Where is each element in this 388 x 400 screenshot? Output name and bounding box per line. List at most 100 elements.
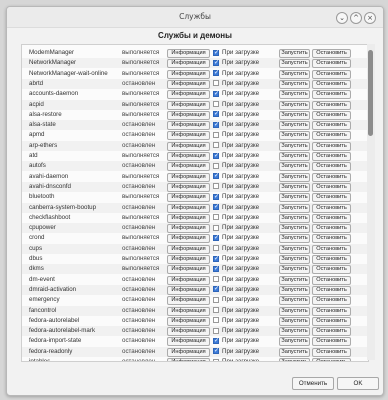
on-boot-checkbox[interactable] [213,317,219,324]
stop-button[interactable]: Остановить [312,358,351,361]
cancel-button[interactable]: Отменить [292,377,334,390]
on-boot-checkbox[interactable] [213,245,219,252]
info-button[interactable]: Информация [167,100,210,110]
info-button[interactable]: Информация [167,358,210,361]
stop-button[interactable]: Остановить [312,306,351,316]
scrollbar[interactable] [367,44,375,360]
stop-button[interactable]: Остановить [312,203,351,213]
info-button[interactable]: Информация [167,255,210,264]
start-button[interactable]: Запустить [279,224,310,234]
on-boot-checkbox[interactable] [213,49,219,57]
start-button[interactable]: Запустить [279,100,310,110]
stop-button[interactable]: Остановить [312,49,351,58]
close-button[interactable]: × [364,12,376,24]
info-button[interactable]: Информация [167,172,210,182]
on-boot-checkbox[interactable] [213,172,219,180]
start-button[interactable]: Запустить [279,296,310,306]
info-button[interactable]: Информация [167,121,210,131]
on-boot-checkbox[interactable] [213,234,219,242]
on-boot-checkbox[interactable] [213,276,219,283]
stop-button[interactable]: Остановить [312,110,351,120]
stop-button[interactable]: Остановить [312,213,351,223]
info-button[interactable]: Информация [167,306,210,316]
info-button[interactable]: Информация [167,59,210,69]
info-button[interactable]: Информация [167,162,210,172]
ok-button[interactable]: OK [337,377,379,390]
start-button[interactable]: Запустить [279,152,310,161]
info-button[interactable]: Информация [167,316,210,326]
on-boot-checkbox[interactable] [213,142,219,149]
on-boot-checkbox[interactable] [213,90,219,98]
info-button[interactable]: Информация [167,79,210,89]
stop-button[interactable]: Остановить [312,275,351,285]
on-boot-checkbox[interactable] [213,121,219,129]
stop-button[interactable]: Остановить [312,327,351,337]
start-button[interactable]: Запустить [279,316,310,326]
stop-button[interactable]: Остановить [312,100,351,110]
on-boot-checkbox[interactable] [213,285,219,293]
stop-button[interactable]: Остановить [312,337,351,347]
info-button[interactable]: Информация [167,69,210,79]
info-button[interactable]: Информация [167,203,210,213]
on-boot-checkbox[interactable] [213,110,219,118]
start-button[interactable]: Запустить [279,49,310,58]
start-button[interactable]: Запустить [279,347,310,357]
info-button[interactable]: Информация [167,265,210,275]
start-button[interactable]: Запустить [279,69,310,79]
stop-button[interactable]: Остановить [312,255,351,264]
info-button[interactable]: Информация [167,131,210,141]
stop-button[interactable]: Остановить [312,172,351,182]
on-boot-checkbox[interactable] [213,162,219,169]
scrollbar-thumb[interactable] [368,50,373,136]
info-button[interactable]: Информация [167,296,210,306]
on-boot-checkbox[interactable] [213,183,219,190]
start-button[interactable]: Запустить [279,337,310,347]
stop-button[interactable]: Остановить [312,162,351,172]
on-boot-checkbox[interactable] [213,101,219,107]
on-boot-checkbox[interactable] [213,224,219,231]
on-boot-checkbox[interactable] [213,131,219,138]
on-boot-checkbox[interactable] [213,203,219,211]
start-button[interactable]: Запустить [279,255,310,264]
stop-button[interactable]: Остановить [312,182,351,192]
start-button[interactable]: Запустить [279,79,310,89]
stop-button[interactable]: Остановить [312,152,351,161]
stop-button[interactable]: Остановить [312,285,351,295]
start-button[interactable]: Запустить [279,90,310,100]
start-button[interactable]: Запустить [279,131,310,141]
stop-button[interactable]: Остановить [312,79,351,89]
start-button[interactable]: Запустить [279,59,310,69]
stop-button[interactable]: Остановить [312,90,351,100]
on-boot-checkbox[interactable] [213,255,219,263]
stop-button[interactable]: Остановить [312,193,351,203]
on-boot-checkbox[interactable] [213,80,219,87]
start-button[interactable]: Запустить [279,162,310,172]
info-button[interactable]: Информация [167,337,210,347]
start-button[interactable]: Запустить [279,193,310,203]
on-boot-checkbox[interactable] [213,358,219,361]
stop-button[interactable]: Остановить [312,59,351,69]
info-button[interactable]: Информация [167,327,210,337]
start-button[interactable]: Запустить [279,121,310,131]
on-boot-checkbox[interactable] [213,152,219,160]
start-button[interactable]: Запустить [279,327,310,337]
info-button[interactable]: Информация [167,90,210,100]
on-boot-checkbox[interactable] [213,307,219,313]
on-boot-checkbox[interactable] [213,337,219,345]
info-button[interactable]: Информация [167,224,210,234]
info-button[interactable]: Информация [167,110,210,120]
info-button[interactable]: Информация [167,213,210,223]
stop-button[interactable]: Остановить [312,141,351,151]
info-button[interactable]: Информация [167,347,210,357]
on-boot-checkbox[interactable] [213,265,219,273]
start-button[interactable]: Запустить [279,265,310,275]
info-button[interactable]: Информация [167,152,210,161]
minimize-button[interactable]: ⌄ [336,12,348,24]
stop-button[interactable]: Остановить [312,265,351,275]
info-button[interactable]: Информация [167,285,210,295]
on-boot-checkbox[interactable] [213,327,219,334]
on-boot-checkbox[interactable] [213,214,219,221]
on-boot-checkbox[interactable] [213,347,219,355]
on-boot-checkbox[interactable] [213,69,219,77]
info-button[interactable]: Информация [167,244,210,254]
